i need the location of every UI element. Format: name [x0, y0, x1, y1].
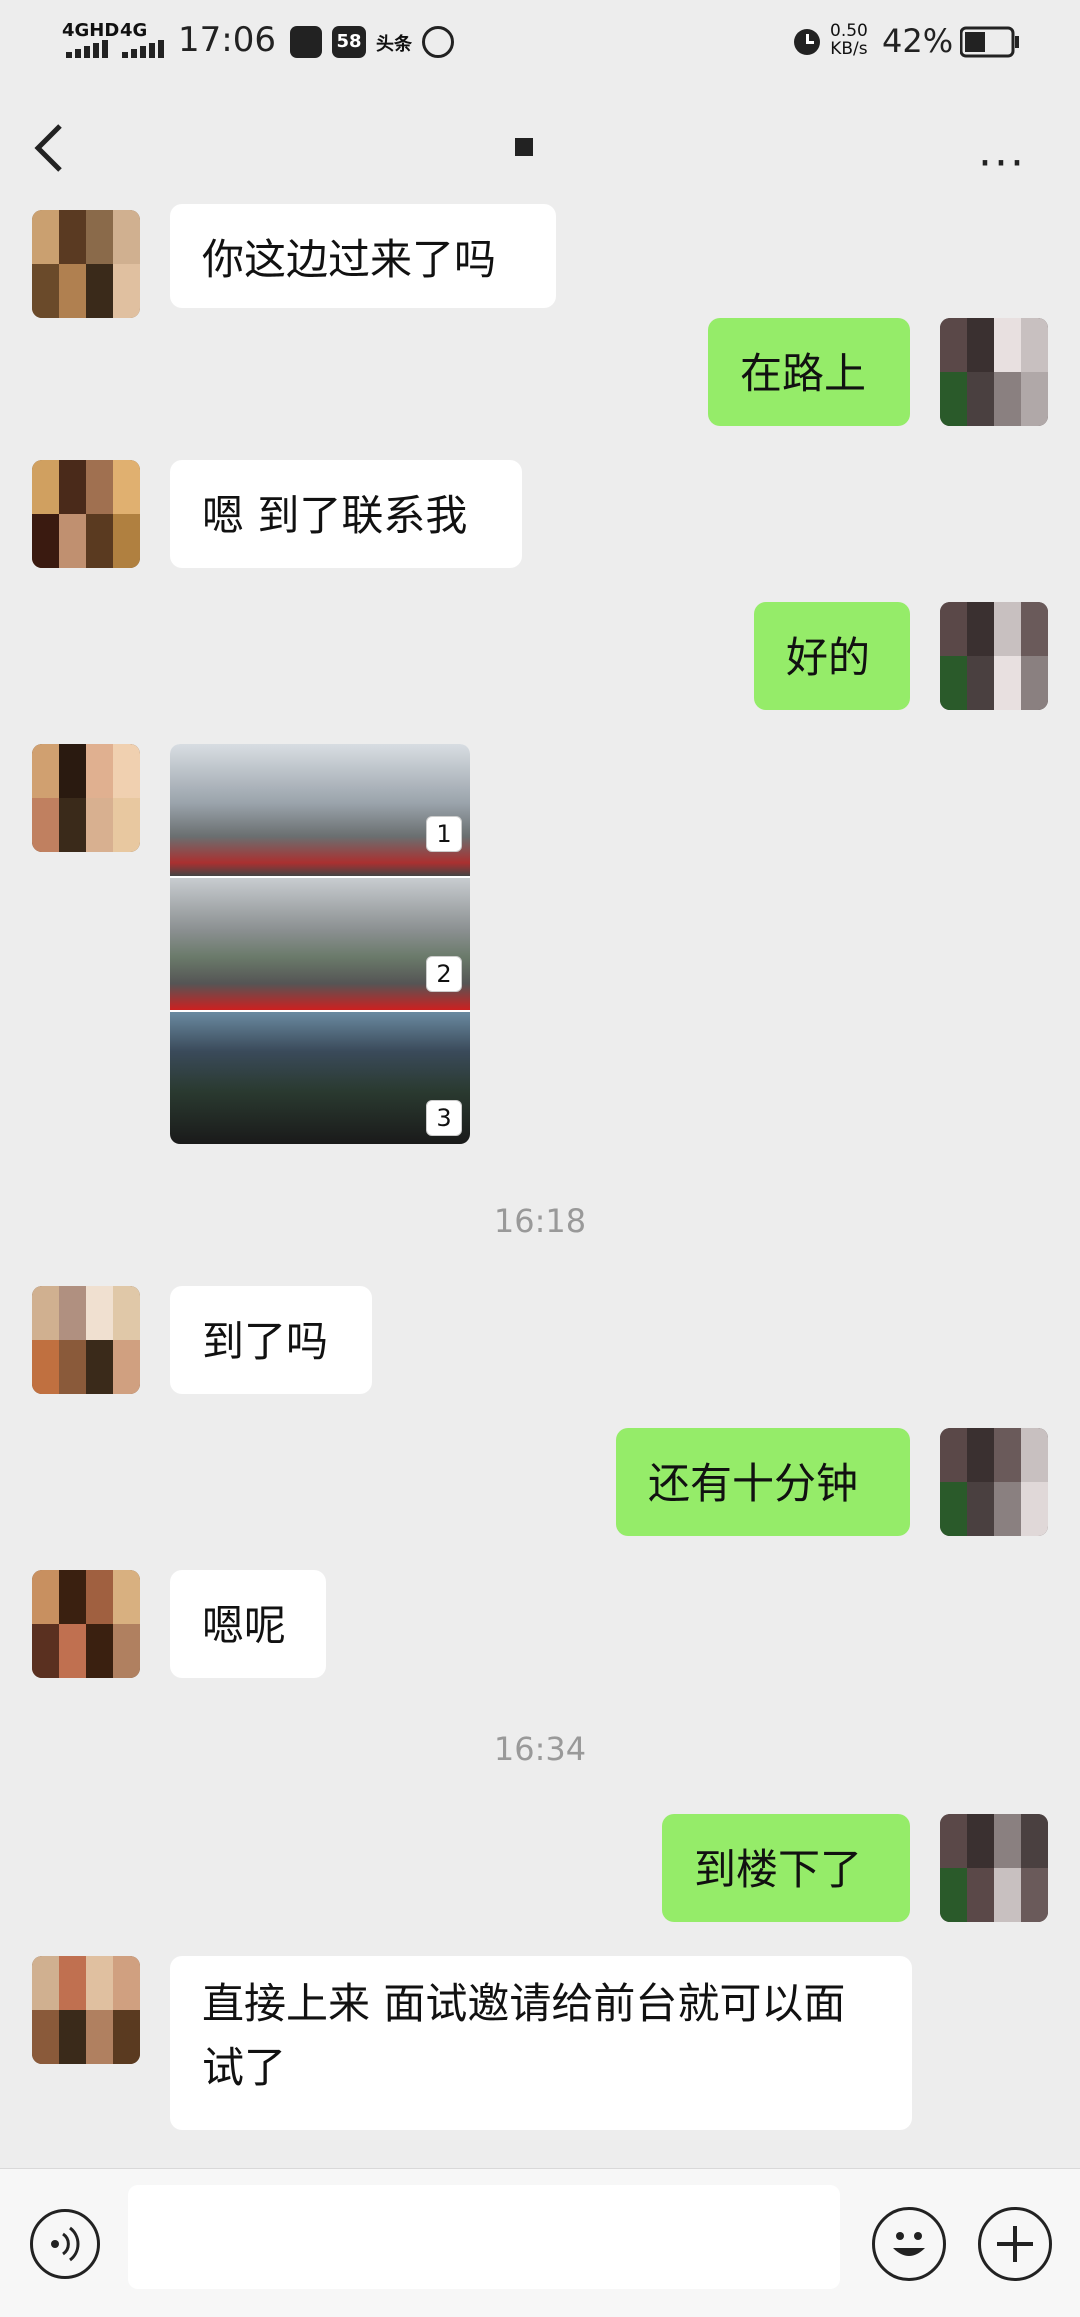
signal-icon-1	[66, 40, 112, 62]
chat-title	[515, 138, 533, 156]
message-bubble-outgoing[interactable]: 还有十分钟	[616, 1428, 910, 1536]
back-button[interactable]	[28, 118, 68, 182]
app-notification-icon	[290, 26, 322, 58]
message-bubble-outgoing[interactable]: 在路上	[708, 318, 910, 426]
message-bubble-incoming[interactable]: 你这边过来了吗	[170, 204, 556, 308]
voice-icon	[51, 2226, 80, 2262]
battery-icon	[959, 26, 1020, 62]
more-button[interactable]: ···	[978, 138, 1026, 189]
status-bar: 4GHD 4G 17:06 58 头条 0.50 KB/s 42%	[0, 0, 1080, 88]
signal-label-2: 4G	[120, 20, 148, 41]
my-avatar[interactable]	[940, 1814, 1048, 1922]
back-arrow-icon	[34, 124, 62, 172]
message-bubble-incoming[interactable]: 嗯 到了联系我	[170, 460, 522, 568]
emoji-button[interactable]	[872, 2207, 946, 2281]
app-58-badge: 58	[332, 26, 366, 58]
chat-area[interactable]: 你这边过来了吗 在路上 嗯 到了联系我 好的 1 2 3 16:18 到了吗 还…	[0, 204, 1080, 2168]
my-avatar[interactable]	[940, 602, 1048, 710]
status-time: 17:06	[178, 20, 276, 60]
net-speed-value: 0.50	[830, 21, 868, 41]
battery-percent: 42%	[882, 22, 954, 60]
message-bubble-incoming[interactable]: 到了吗	[170, 1286, 372, 1394]
emoji-icon	[893, 2232, 925, 2256]
contact-avatar[interactable]	[32, 1286, 140, 1394]
image-message[interactable]: 1 2 3	[170, 744, 470, 1144]
contact-avatar[interactable]	[32, 744, 140, 852]
search-app-icon	[422, 26, 454, 58]
photo-number-3: 3	[426, 1100, 462, 1136]
contact-avatar[interactable]	[32, 1570, 140, 1678]
contact-avatar[interactable]	[32, 1956, 140, 2064]
message-bubble-outgoing[interactable]: 到楼下了	[662, 1814, 910, 1922]
message-bubble-incoming[interactable]: 嗯呢	[170, 1570, 326, 1678]
toutiao-badge: 头条	[376, 34, 412, 55]
signal-label-1: 4GHD	[62, 20, 120, 41]
net-speed-unit: KB/s	[830, 39, 868, 59]
photo-number-2: 2	[426, 956, 462, 992]
message-bubble-incoming[interactable]: 直接上来 面试邀请给前台就可以面试了	[170, 1956, 912, 2130]
contact-avatar[interactable]	[32, 460, 140, 568]
my-avatar[interactable]	[940, 1428, 1048, 1536]
signal-icon-2	[122, 40, 168, 62]
plus-icon	[997, 2226, 1033, 2262]
timestamp: 16:34	[493, 1730, 587, 1768]
contact-avatar[interactable]	[32, 210, 140, 318]
photo-2[interactable]: 2	[170, 878, 470, 1010]
plus-button[interactable]	[978, 2207, 1052, 2281]
photo-1[interactable]: 1	[170, 744, 470, 876]
photo-number-1: 1	[426, 816, 462, 852]
nav-bar: ···	[0, 88, 1080, 218]
voice-button[interactable]	[30, 2209, 100, 2279]
timestamp: 16:18	[493, 1202, 587, 1240]
message-bubble-outgoing[interactable]: 好的	[754, 602, 910, 710]
my-avatar[interactable]	[940, 318, 1048, 426]
message-input[interactable]	[128, 2185, 840, 2289]
alarm-icon	[790, 24, 824, 62]
input-bar	[0, 2168, 1080, 2317]
photo-3[interactable]: 3	[170, 1012, 470, 1144]
